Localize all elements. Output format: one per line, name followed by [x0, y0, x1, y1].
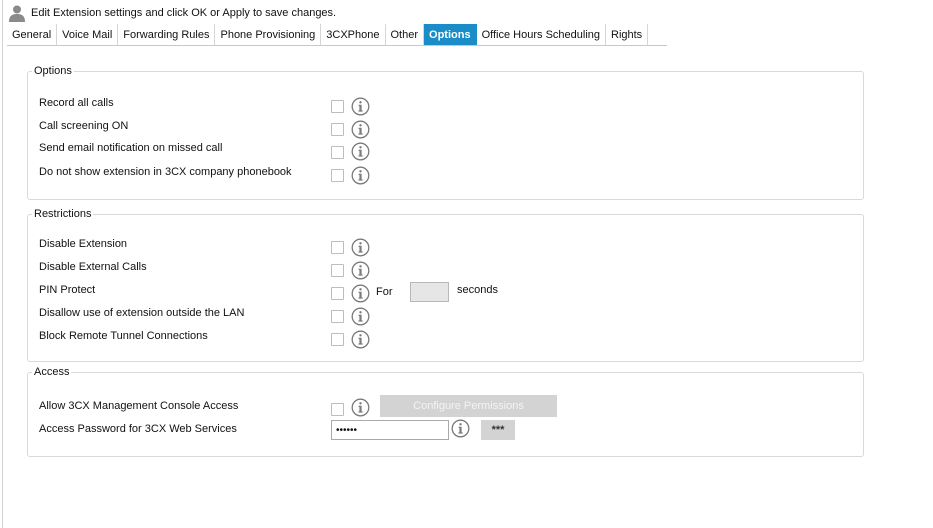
info-icon[interactable]	[351, 238, 370, 257]
disallow-outside-lan-checkbox[interactable]	[331, 310, 344, 323]
tab-3cxphone[interactable]: 3CXPhone	[321, 24, 386, 45]
hide-from-phonebook-checkbox[interactable]	[331, 169, 344, 182]
tab-voice-mail[interactable]: Voice Mail	[57, 24, 119, 45]
tab-general[interactable]: General	[7, 24, 58, 45]
tab-bar-underline	[7, 45, 667, 46]
pin-protect-checkbox[interactable]	[331, 287, 344, 300]
missed-call-email-checkbox[interactable]	[331, 146, 344, 159]
block-remote-tunnel-checkbox[interactable]	[331, 333, 344, 346]
disable-external-calls-checkbox[interactable]	[331, 264, 344, 277]
missed-call-email-label: Send email notification on missed call	[39, 142, 223, 154]
options-legend: Options	[32, 65, 74, 77]
tab-other[interactable]: Other	[386, 24, 425, 45]
show-password-button[interactable]: ***	[481, 420, 515, 440]
tab-rights[interactable]: Rights	[606, 24, 649, 45]
info-icon[interactable]	[351, 398, 370, 417]
pin-seconds-input[interactable]	[410, 282, 449, 302]
access-legend: Access	[32, 366, 72, 378]
access-group: Access Allow 3CX Management Console Acce…	[27, 366, 864, 457]
console-access-checkbox[interactable]	[331, 403, 344, 416]
call-screening-label: Call screening ON	[39, 120, 129, 132]
header-instructions: Edit Extension settings and click OK or …	[31, 7, 337, 19]
restrictions-legend: Restrictions	[32, 208, 94, 220]
web-services-password-input[interactable]: ••••••	[331, 420, 449, 440]
record-all-calls-label: Record all calls	[39, 97, 114, 109]
pin-seconds-label: seconds	[457, 284, 498, 296]
info-icon[interactable]	[351, 142, 370, 161]
tab-phone-provisioning[interactable]: Phone Provisioning	[215, 24, 322, 45]
tab-options[interactable]: Options	[424, 24, 477, 45]
options-group: Options Record all calls Call screening …	[27, 65, 864, 200]
tab-bar: General Voice Mail Forwarding Rules Phon…	[7, 24, 667, 46]
left-border	[2, 0, 3, 528]
info-icon[interactable]	[351, 307, 370, 326]
call-screening-checkbox[interactable]	[331, 123, 344, 136]
info-icon[interactable]	[451, 419, 470, 438]
disable-extension-checkbox[interactable]	[331, 241, 344, 254]
block-remote-tunnel-label: Block Remote Tunnel Connections	[39, 330, 208, 342]
web-services-password-label: Access Password for 3CX Web Services	[39, 423, 237, 435]
record-all-calls-checkbox[interactable]	[331, 100, 344, 113]
info-icon[interactable]	[351, 166, 370, 185]
info-icon[interactable]	[351, 284, 370, 303]
user-icon	[9, 5, 25, 22]
info-icon[interactable]	[351, 261, 370, 280]
disallow-outside-lan-label: Disallow use of extension outside the LA…	[39, 307, 245, 319]
console-access-label: Allow 3CX Management Console Access	[39, 400, 239, 412]
page-header: Edit Extension settings and click OK or …	[8, 4, 336, 22]
pin-protect-label: PIN Protect	[39, 284, 96, 296]
disable-external-calls-label: Disable External Calls	[39, 261, 147, 273]
info-icon[interactable]	[351, 120, 370, 139]
info-icon[interactable]	[351, 330, 370, 349]
restrictions-group: Restrictions Disable Extension Disable E…	[27, 208, 864, 362]
tab-office-hours-scheduling[interactable]: Office Hours Scheduling	[477, 24, 606, 45]
info-icon[interactable]	[351, 97, 370, 116]
configure-permissions-button[interactable]: Configure Permissions	[380, 395, 557, 417]
tab-forwarding-rules[interactable]: Forwarding Rules	[118, 24, 216, 45]
disable-extension-label: Disable Extension	[39, 238, 128, 250]
hide-from-phonebook-label: Do not show extension in 3CX company pho…	[39, 166, 292, 178]
pin-for-label: For	[376, 286, 393, 298]
